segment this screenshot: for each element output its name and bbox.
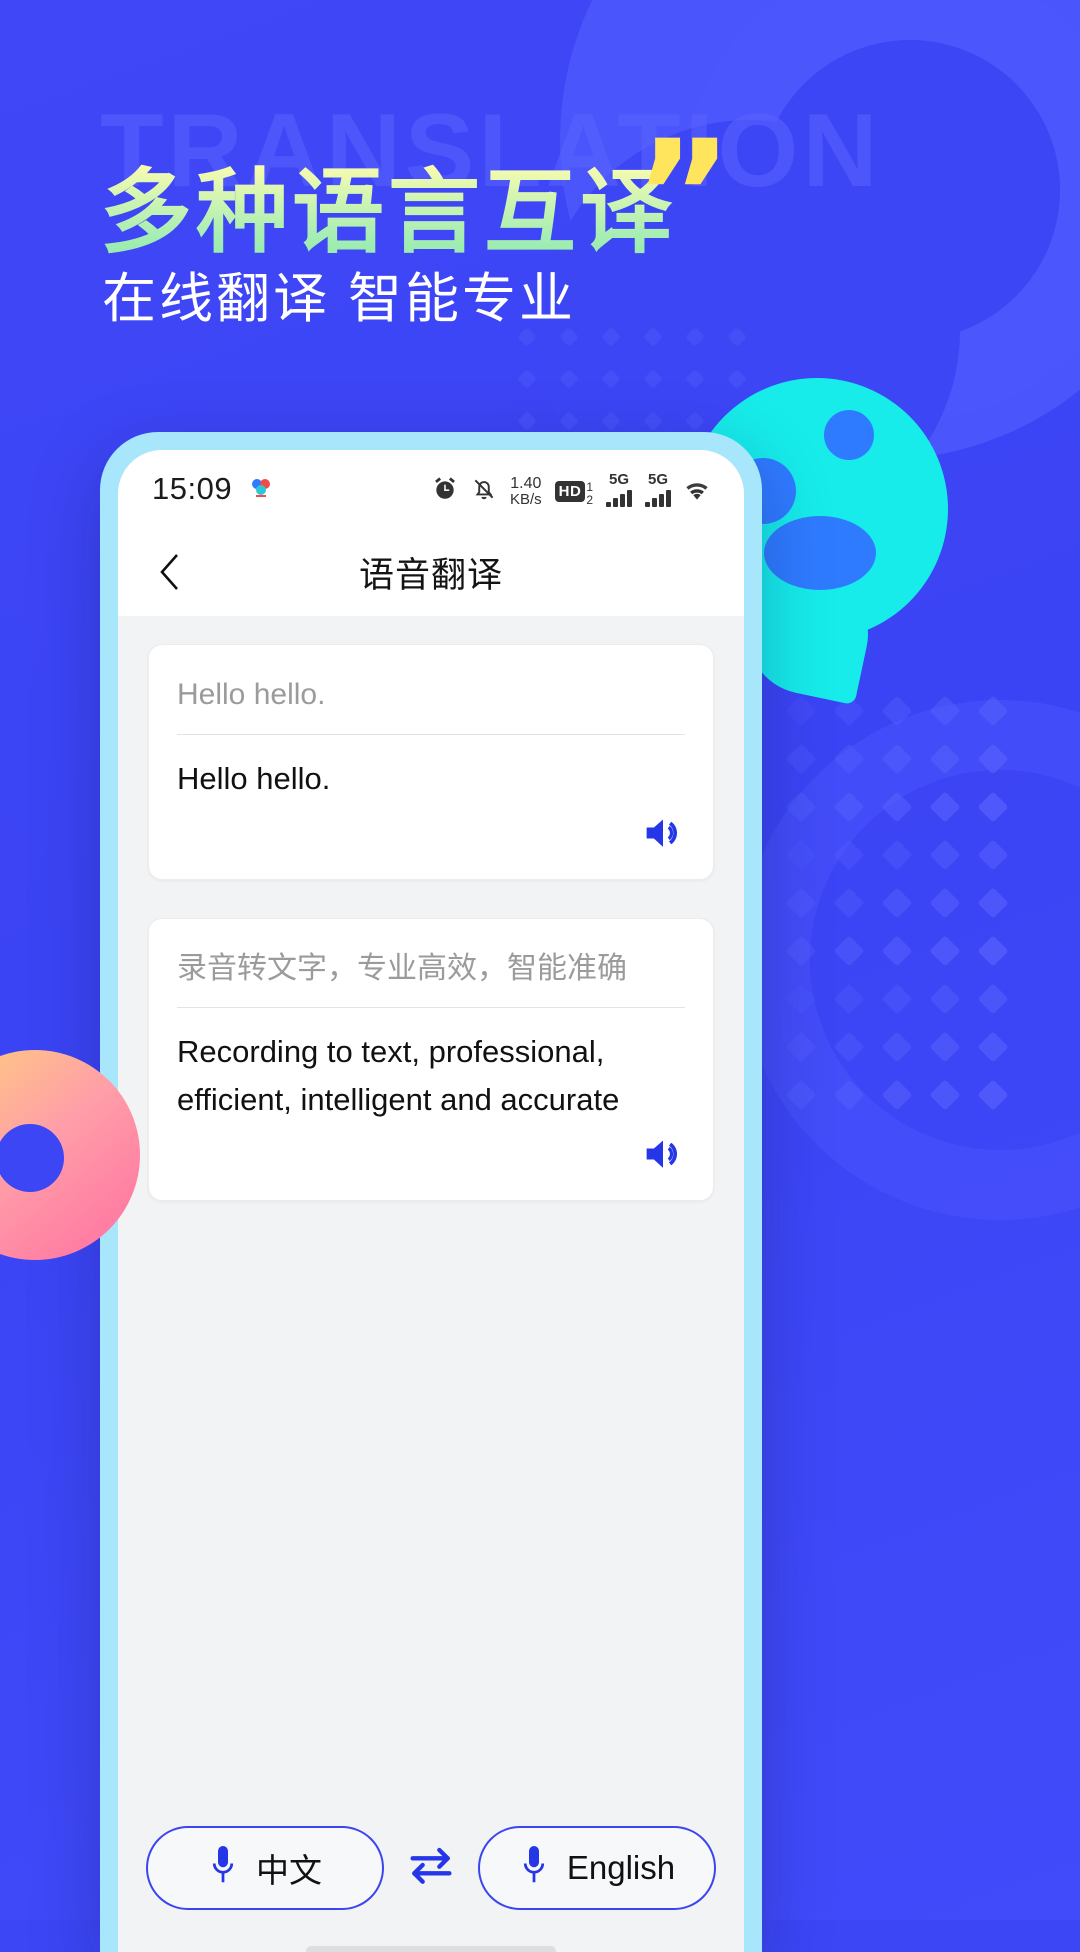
source-language-button[interactable]: 中文: [146, 1826, 384, 1910]
card-source-text: Hello hello.: [177, 675, 685, 735]
bell-muted-icon: [471, 476, 497, 507]
app-badge-icon: [248, 474, 274, 505]
sim1-bars: [606, 489, 632, 507]
translation-card[interactable]: 录音转文字，专业高效，智能准确 Recording to text, profe…: [148, 917, 714, 1202]
screen-title: 语音翻译: [358, 555, 503, 595]
home-indicator: [306, 1946, 556, 1952]
sim1-network-label: 5G: [608, 470, 629, 488]
target-language-label: English: [566, 1849, 676, 1886]
translation-list: Hello hello. Hello hello. 录音转文字，专业高效，智能准…: [118, 616, 744, 1952]
phone-screen: 15:09 1.40 KB/s HD 1 2 5G 5G 语音翻译 Hello …: [118, 450, 744, 1952]
language-selector-bar: 中文 English: [118, 1784, 744, 1952]
quote-mark-icon: ”: [634, 109, 733, 283]
page-title: 多种语言互译: [100, 138, 676, 271]
hd-label: HD: [554, 481, 586, 503]
card-translated-text: Recording to text, professional, efficie…: [177, 1034, 620, 1118]
card-translated-text: Hello hello.: [177, 760, 331, 796]
sim2-bars: [645, 489, 671, 507]
signal-sim1-icon: 5G: [606, 472, 632, 507]
status-bar-right: 1.40 KB/s HD 1 2 5G 5G: [432, 472, 710, 507]
network-speed: 1.40 KB/s: [509, 474, 542, 508]
app-title-bar: 语音翻译: [118, 528, 744, 616]
card-actions: [177, 813, 685, 857]
signal-sim2-icon: 5G: [645, 472, 671, 507]
card-source-text: 录音转文字，专业高效，智能准确: [177, 949, 685, 1009]
hd-sim-indicator: 1 2: [586, 481, 593, 506]
bubble-dot-c: [764, 516, 876, 590]
swap-arrows-icon[interactable]: [406, 1843, 456, 1893]
sim2-network-label: 5G: [647, 470, 668, 488]
speaker-icon[interactable]: [641, 813, 685, 857]
alarm-icon: [432, 476, 458, 507]
microphone-icon: [208, 1842, 238, 1895]
target-language-button[interactable]: English: [478, 1826, 716, 1910]
speaker-icon[interactable]: [641, 1134, 685, 1178]
translation-card[interactable]: Hello hello. Hello hello.: [148, 644, 714, 880]
wifi-icon: [684, 480, 710, 507]
hd-voice-icon: HD 1 2: [554, 481, 593, 506]
network-speed-unit: KB/s: [509, 490, 542, 508]
hd-sim-bottom: 2: [586, 492, 593, 507]
bg-ring: [740, 700, 1080, 1220]
source-language-label: 中文: [256, 1852, 322, 1889]
card-actions: [177, 1134, 685, 1178]
status-bar-left: 15:09: [152, 471, 274, 507]
bubble-dot-b: [824, 410, 874, 460]
promo-subtitle: 在线翻译 智能专业: [102, 269, 577, 329]
phone-mockup: 15:09 1.40 KB/s HD 1 2 5G 5G 语音翻译 Hello …: [100, 432, 762, 1952]
status-time: 15:09: [152, 471, 233, 506]
network-speed-value: 1.40: [510, 474, 542, 492]
status-bar: 15:09 1.40 KB/s HD 1 2 5G 5G: [118, 450, 744, 528]
microphone-icon: [519, 1842, 549, 1895]
